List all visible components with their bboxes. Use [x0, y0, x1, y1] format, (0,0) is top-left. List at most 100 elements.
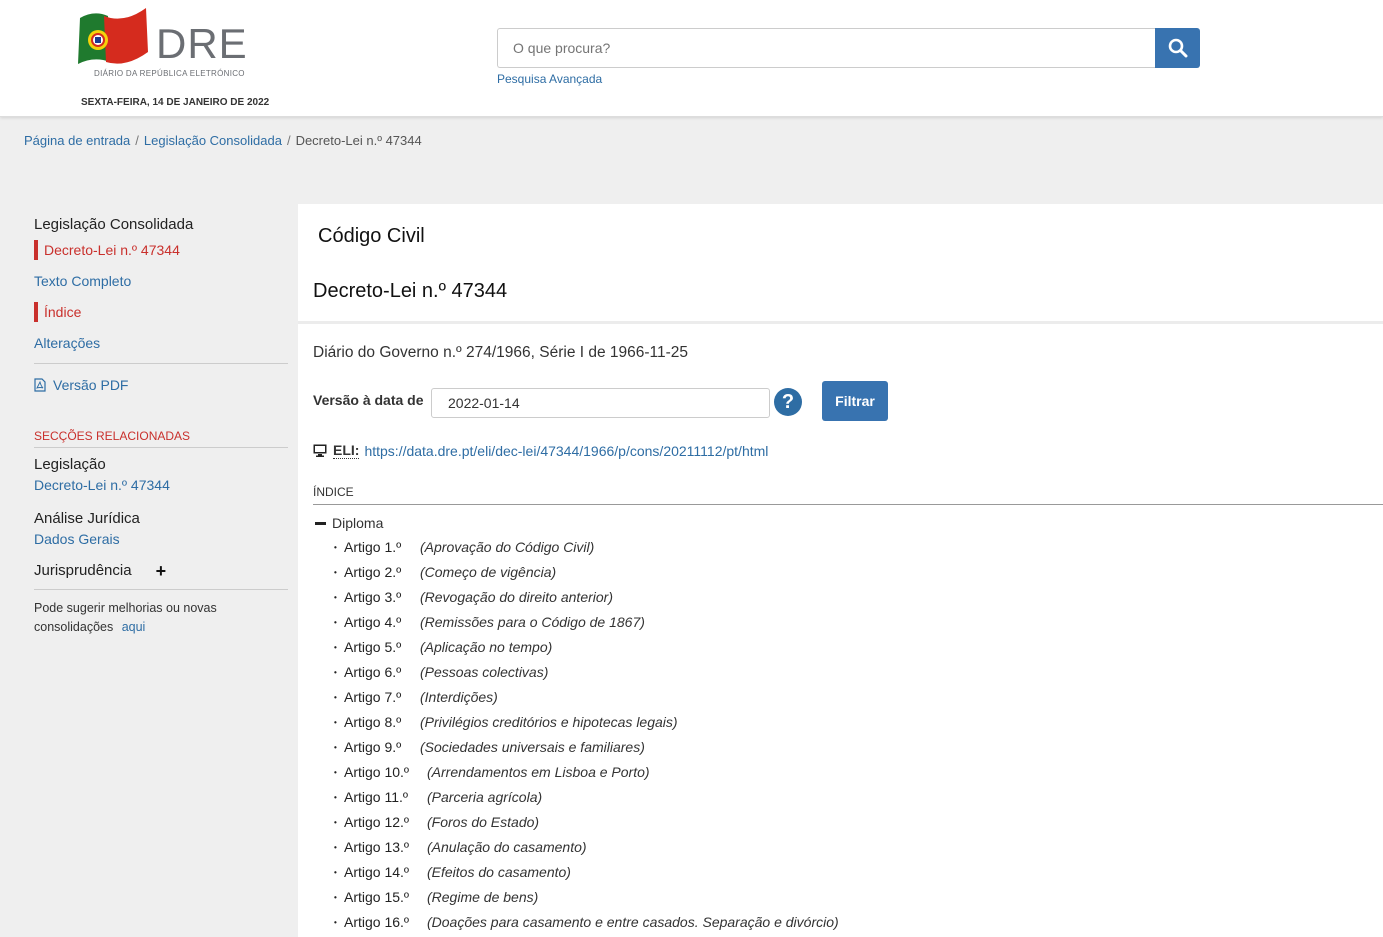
- list-item[interactable]: • Artigo 8.º (Privilégios creditórios e hi…: [334, 710, 839, 735]
- monitor-icon: [313, 444, 327, 457]
- main-content: Código Civil Decreto-Lei n.º 47344 Diári…: [298, 204, 1383, 937]
- article-description: (Começo de vigência): [420, 564, 557, 580]
- sidebar-title: Legislação Consolidada: [34, 216, 194, 233]
- general-data-link[interactable]: Dados Gerais: [34, 529, 288, 549]
- article-description: (Parceria agrícola): [427, 789, 543, 805]
- pdf-version-label: Versão PDF: [53, 377, 129, 393]
- bullet-icon: •: [334, 593, 337, 602]
- legislation-link[interactable]: Decreto-Lei n.º 47344: [34, 475, 288, 495]
- article-description: (Aplicação no tempo): [420, 639, 553, 655]
- article-number[interactable]: Artigo 14.º: [344, 860, 427, 885]
- list-item[interactable]: • Artigo 14.º (Efeitos do casamento): [334, 860, 839, 885]
- article-description: (Regime de bens): [427, 889, 539, 905]
- decree-title: Decreto-Lei n.º 47344: [313, 280, 508, 302]
- logo-subtitle: DIÁRIO DA REPÚBLICA ELETRÓNICO: [94, 69, 245, 78]
- sidebar-divider: [34, 447, 288, 448]
- article-number[interactable]: Artigo 16.º: [344, 910, 427, 935]
- jurisprudence-row[interactable]: Jurisprudência +: [34, 561, 288, 581]
- breadcrumb: Página de entrada / Legislação Consolidada…: [24, 133, 422, 148]
- article-number[interactable]: Artigo 4.º: [344, 610, 420, 635]
- breadcrumb-consolidated[interactable]: Legislação Consolidada: [144, 133, 282, 148]
- article-number[interactable]: Artigo 15.º: [344, 885, 427, 910]
- list-item[interactable]: • Artigo 1.º (Aprovação do Código Civil): [334, 535, 839, 560]
- suggestion-link[interactable]: aqui: [122, 620, 146, 634]
- pdf-version-link[interactable]: Versão PDF: [34, 375, 288, 395]
- article-number[interactable]: Artigo 2.º: [344, 560, 420, 585]
- eli-label: ELI:: [333, 442, 360, 459]
- bullet-icon: •: [334, 693, 337, 702]
- search-input[interactable]: [497, 28, 1156, 68]
- bullet-icon: •: [334, 743, 337, 752]
- sidebar-divider: [34, 363, 288, 364]
- advanced-search-link[interactable]: Pesquisa Avançada: [497, 72, 602, 86]
- search-button[interactable]: [1155, 28, 1200, 68]
- jurisprudence-heading: Jurisprudência: [34, 562, 132, 579]
- list-item[interactable]: • Artigo 4.º (Remissões para o Código de 1…: [334, 610, 839, 635]
- list-item[interactable]: • Artigo 10.º (Arrendamentos em Lisboa e P…: [334, 760, 839, 785]
- article-description: (Aprovação do Código Civil): [420, 539, 595, 555]
- sidebar-item-full-text[interactable]: Texto Completo: [34, 271, 288, 291]
- bullet-icon: •: [334, 918, 337, 927]
- document-header: Código Civil Decreto-Lei n.º 47344: [298, 204, 1383, 324]
- sidebar: Legislação Consolidada Decreto-Lei n.º 4…: [34, 216, 288, 637]
- search-icon: [1168, 38, 1187, 58]
- bullet-icon: •: [334, 818, 337, 827]
- expand-plus-icon[interactable]: +: [156, 561, 167, 581]
- code-title: Código Civil: [318, 225, 425, 247]
- list-item[interactable]: • Artigo 11.º (Parceria agrícola): [334, 785, 839, 810]
- pdf-file-icon: [34, 378, 46, 392]
- list-item[interactable]: • Artigo 7.º (Interdições): [334, 685, 839, 710]
- bullet-icon: •: [334, 668, 337, 677]
- index-heading: ÍNDICE: [313, 485, 354, 499]
- list-item[interactable]: • Artigo 16.º (Doações para casamento e en…: [334, 910, 839, 935]
- breadcrumb-current: Decreto-Lei n.º 47344: [295, 133, 422, 148]
- article-number[interactable]: Artigo 10.º: [344, 760, 427, 785]
- article-number[interactable]: Artigo 13.º: [344, 835, 427, 860]
- index-divider: [313, 504, 1383, 505]
- eli-row: ELI: https://data.dre.pt/eli/dec-lei/473…: [313, 442, 768, 459]
- article-number[interactable]: Artigo 7.º: [344, 685, 420, 710]
- article-number[interactable]: Artigo 8.º: [344, 710, 420, 735]
- article-number[interactable]: Artigo 11.º: [344, 785, 427, 810]
- help-icon[interactable]: ?: [774, 388, 802, 416]
- bullet-icon: •: [334, 793, 337, 802]
- diploma-label: Diploma: [332, 515, 384, 531]
- eli-link[interactable]: https://data.dre.pt/eli/dec-lei/47344/19…: [364, 443, 768, 459]
- article-number[interactable]: Artigo 5.º: [344, 635, 420, 660]
- article-description: (Foros do Estado): [427, 814, 540, 830]
- article-number[interactable]: Artigo 6.º: [344, 660, 420, 685]
- article-number[interactable]: Artigo 12.º: [344, 810, 427, 835]
- article-number[interactable]: Artigo 1.º: [344, 535, 420, 560]
- diploma-node[interactable]: Diploma: [315, 515, 383, 531]
- list-item[interactable]: • Artigo 5.º (Aplicação no tempo): [334, 635, 839, 660]
- list-item[interactable]: • Artigo 9.º (Sociedades universais e fami…: [334, 735, 839, 760]
- portugal-flag-icon: [78, 8, 148, 64]
- article-description: (Revogação do direito anterior): [420, 589, 613, 605]
- version-date-field[interactable]: [431, 388, 770, 418]
- list-item[interactable]: • Artigo 13.º (Anulação do casamento): [334, 835, 839, 860]
- list-item[interactable]: • Artigo 6.º (Pessoas colectivas): [334, 660, 839, 685]
- bullet-icon: •: [334, 718, 337, 727]
- article-description: (Pessoas colectivas): [420, 664, 549, 680]
- bullet-icon: •: [334, 843, 337, 852]
- breadcrumb-separator: /: [286, 133, 291, 148]
- sidebar-item-decree[interactable]: Decreto-Lei n.º 47344: [34, 240, 288, 260]
- article-number[interactable]: Artigo 3.º: [344, 585, 420, 610]
- breadcrumb-home[interactable]: Página de entrada: [24, 133, 130, 148]
- current-date: SEXTA-FEIRA, 14 DE JANEIRO DE 2022: [81, 97, 270, 108]
- article-description: (Sociedades universais e familiares): [420, 739, 645, 755]
- bullet-icon: •: [334, 568, 337, 577]
- filter-button[interactable]: Filtrar: [822, 381, 888, 421]
- article-list: • Artigo 1.º (Aprovação do Código Civil) • A…: [334, 535, 839, 935]
- list-item[interactable]: • Artigo 15.º (Regime de bens): [334, 885, 839, 910]
- collapse-minus-icon[interactable]: [315, 521, 326, 525]
- bullet-icon: •: [334, 618, 337, 627]
- article-number[interactable]: Artigo 9.º: [344, 735, 420, 760]
- list-item[interactable]: • Artigo 12.º (Foros do Estado): [334, 810, 839, 835]
- suggestion-text: Pode sugerir melhorias ou novas consolid…: [34, 599, 288, 637]
- sidebar-item-index[interactable]: Índice: [34, 302, 288, 322]
- bullet-icon: •: [334, 543, 337, 552]
- sidebar-item-changes[interactable]: Alterações: [34, 333, 288, 353]
- list-item[interactable]: • Artigo 2.º (Começo de vigência): [334, 560, 839, 585]
- list-item[interactable]: • Artigo 3.º (Revogação do direito anterio…: [334, 585, 839, 610]
